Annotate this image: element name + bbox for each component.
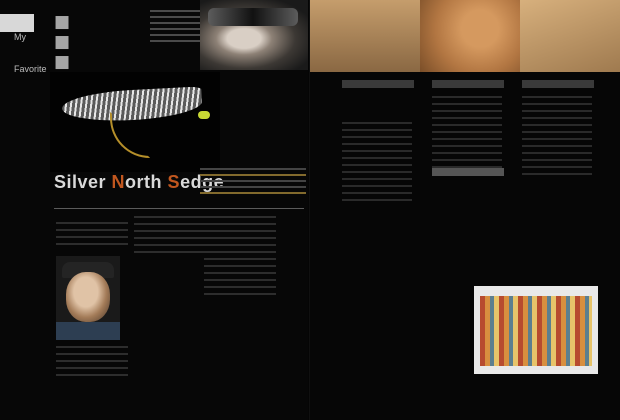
- scissors-photo: [420, 0, 520, 72]
- recipe-notes: [200, 168, 306, 208]
- column-text-1: [342, 122, 412, 206]
- tying-box-photo: [310, 0, 420, 72]
- body-text-3: [134, 216, 206, 258]
- body-text-1: [56, 222, 128, 250]
- fly-detail-photo: [520, 0, 620, 72]
- portrait-photo-bottom: [56, 256, 120, 340]
- article-title: Silver North Sedge: [54, 172, 225, 192]
- fly-box-photo: [474, 286, 598, 374]
- fly-tray: [480, 296, 592, 366]
- section-tab: [0, 14, 34, 32]
- column-header-3: [522, 80, 594, 88]
- magnifier-visor: [208, 8, 298, 26]
- column-text-3: [522, 96, 592, 180]
- face-shape: [66, 272, 110, 322]
- column-highlight: [432, 168, 504, 176]
- photo-strip: [310, 0, 620, 72]
- title-rule: [54, 208, 304, 209]
- body-text-2: [56, 346, 128, 381]
- intro-text-block: [150, 10, 202, 70]
- magazine-spread: My Favorite ■■■■■ Silver North Sedge: [0, 0, 620, 420]
- fly-eye: [198, 111, 210, 119]
- shirt-shape: [56, 322, 120, 340]
- left-page: My Favorite ■■■■■ Silver North Sedge: [0, 0, 310, 420]
- column-header-2: [432, 80, 504, 88]
- body-text-4: [204, 216, 276, 300]
- column-header-1: [342, 80, 414, 88]
